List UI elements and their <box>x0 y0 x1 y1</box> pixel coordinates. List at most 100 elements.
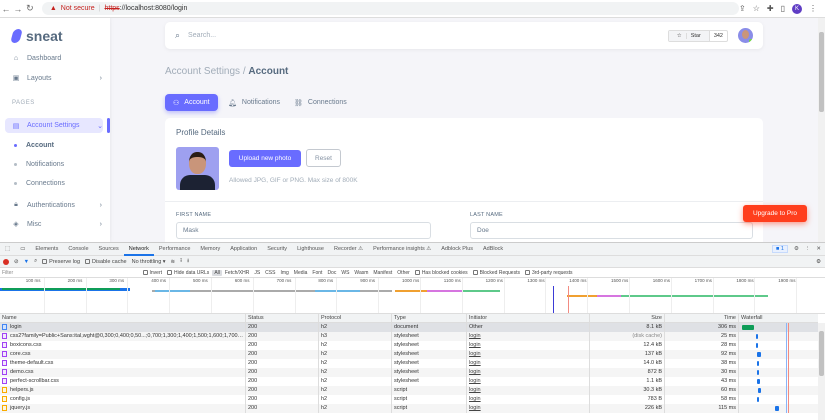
request-initiator[interactable]: login <box>467 386 590 395</box>
hide-data-urls-checkbox[interactable]: Hide data URLs <box>165 270 212 276</box>
reload-icon[interactable]: ↻ <box>24 3 36 14</box>
table-row[interactable]: css2?family=Public+Sans:ital,wght@0,300;… <box>0 332 818 341</box>
request-name[interactable]: theme-default.css <box>0 359 246 368</box>
last-name-input[interactable]: Doe <box>470 222 753 239</box>
profile-avatar[interactable]: K <box>792 3 802 14</box>
sidebar-item-misc[interactable]: ◈ Misc › <box>12 220 102 229</box>
filter-type-img[interactable]: Img <box>278 270 291 276</box>
table-scrollbar[interactable] <box>818 323 825 420</box>
blocked-requests-checkbox[interactable]: Blocked Requests <box>470 270 522 276</box>
share-icon[interactable]: ⇪ <box>739 4 746 13</box>
request-name[interactable]: boxicons.css <box>0 341 246 350</box>
table-row[interactable]: perfect-scrollbar.css 200 h2 stylesheet logi… <box>0 377 818 386</box>
column-header-size[interactable]: Size <box>590 313 665 323</box>
devtools-tab-performance[interactable]: Performance <box>154 243 196 256</box>
request-initiator[interactable]: login <box>467 359 590 368</box>
more-options-icon[interactable]: ⋮ <box>805 246 811 252</box>
filter-type-all[interactable]: All <box>211 269 223 276</box>
inspect-icon[interactable]: ⬚ <box>0 243 15 256</box>
table-row[interactable]: login 200 h2 document Other 8.1 kB 306 ms <box>0 323 818 332</box>
filter-input[interactable]: Filter <box>0 270 140 276</box>
devtools-tab-performance-insights[interactable]: Performance insights ⚠ <box>368 243 436 256</box>
reset-button[interactable]: Reset <box>306 149 341 167</box>
third-party-checkbox[interactable]: 3rd-party requests <box>522 270 575 276</box>
filter-type-js[interactable]: JS <box>252 270 263 276</box>
devtools-tab-adblock-plus[interactable]: Adblock Plus <box>436 243 478 256</box>
preserve-log-checkbox[interactable]: Preserve log <box>42 259 80 265</box>
filter-type-doc[interactable]: Doc <box>325 270 339 276</box>
sidebar-subitem-notifications[interactable]: Notifications <box>14 161 64 168</box>
devtools-tab-lighthouse[interactable]: Lighthouse <box>292 243 329 256</box>
record-icon[interactable] <box>3 258 9 265</box>
request-name[interactable]: helpers.js <box>0 386 246 395</box>
request-initiator[interactable]: login <box>467 341 590 350</box>
request-name[interactable]: config.js <box>0 395 246 404</box>
extensions-icon[interactable]: ✚ <box>767 4 774 13</box>
devtools-tab-adblock[interactable]: AdBlock <box>478 243 508 256</box>
table-row[interactable]: jquery.js 200 h2 script login 226 kB 115 ms <box>0 404 818 413</box>
sidebar-subitem-account[interactable]: Account <box>14 142 54 149</box>
sidebar-item-dashboard[interactable]: ⌂ Dashboard <box>12 55 102 62</box>
search-icon[interactable]: ⌕ <box>34 258 37 265</box>
search-input[interactable]: ⌕ Search... <box>175 30 216 41</box>
filter-type-fetch-xhr[interactable]: Fetch/XHR <box>222 270 251 276</box>
request-name[interactable]: jquery.js <box>0 404 246 413</box>
table-row[interactable]: config.js 200 h2 script login 783 B 58 ms <box>0 395 818 404</box>
table-row[interactable]: boxicons.css 200 h2 stylesheet login 12.4 kB 2… <box>0 341 818 350</box>
network-settings-icon[interactable]: ⚙ <box>816 259 825 265</box>
network-conditions-icon[interactable]: ≋ <box>171 259 176 265</box>
request-name[interactable]: perfect-scrollbar.css <box>0 377 246 386</box>
request-initiator[interactable]: login <box>467 395 590 404</box>
devtools-tab-sources[interactable]: Sources <box>94 243 124 256</box>
devtools-tab-network[interactable]: Network <box>123 243 154 256</box>
first-name-input[interactable]: Mask <box>176 222 431 239</box>
menu-icon[interactable]: ⋮ <box>809 4 817 13</box>
devtools-tab-application[interactable]: Application <box>225 243 262 256</box>
column-header-status[interactable]: Status <box>246 313 319 323</box>
request-initiator[interactable]: login <box>467 404 590 413</box>
tab-notifications[interactable]: 🔔︎ Notifications <box>220 94 288 111</box>
sidebar-item-account-settings[interactable]: ▤ Account Settings ⌄ <box>5 118 103 133</box>
table-row[interactable]: theme-default.css 200 h2 stylesheet login 14.… <box>0 359 818 368</box>
table-row[interactable]: helpers.js 200 h2 script login 30.3 kB 60 ms <box>0 386 818 395</box>
table-row[interactable]: core.css 200 h2 stylesheet login 137 kB 92 ms <box>0 350 818 359</box>
sidebar-item-authentications[interactable]: 🔒︎ Authentications › <box>12 201 102 209</box>
import-har-icon[interactable]: ⭱ <box>180 257 182 266</box>
invert-checkbox[interactable]: Invert <box>140 270 165 276</box>
filter-type-ws[interactable]: WS <box>339 270 352 276</box>
devtools-tab-memory[interactable]: Memory <box>195 243 225 256</box>
address-bar[interactable]: ▲ Not secure | https://localhost:8080/lo… <box>41 2 740 15</box>
filter-type-wasm[interactable]: Wasm <box>352 270 371 276</box>
request-initiator[interactable]: login <box>467 332 590 341</box>
request-name[interactable]: demo.css <box>0 368 246 377</box>
has-blocked-cookies-checkbox[interactable]: Has blocked cookies <box>412 270 470 276</box>
request-name[interactable]: core.css <box>0 350 246 359</box>
logo[interactable]: sneat <box>10 28 63 44</box>
column-header-initiator[interactable]: Initiator <box>467 313 590 323</box>
forward-icon[interactable]: → <box>12 4 24 14</box>
column-header-protocol[interactable]: Protocol <box>319 313 392 323</box>
export-har-icon[interactable]: ⭳ <box>187 257 189 266</box>
devtools-tab-security[interactable]: Security <box>262 243 292 256</box>
request-name[interactable]: css2?family=Public+Sans:ital,wght@0,300;… <box>0 332 246 341</box>
filter-type-css[interactable]: CSS <box>263 270 278 276</box>
clear-icon[interactable]: ⊘ <box>14 259 19 265</box>
github-star-button[interactable]: ☆ Star 342 <box>667 29 728 42</box>
device-toggle-icon[interactable]: ▭ <box>15 243 30 256</box>
request-name[interactable]: login <box>0 323 246 332</box>
sidebar-item-layouts[interactable]: ▣ Layouts › <box>12 74 102 83</box>
devtools-tab-recorder[interactable]: Recorder ⚠ <box>329 243 368 256</box>
upload-photo-button[interactable]: Upload new photo <box>229 150 301 167</box>
close-icon[interactable]: ✕ <box>816 246 821 252</box>
bookmark-star-icon[interactable]: ☆ <box>753 4 760 13</box>
filter-type-manifest[interactable]: Manifest <box>371 270 395 276</box>
page-scrollbar[interactable] <box>818 18 825 242</box>
settings-gear-icon[interactable]: ⚙ <box>794 246 799 252</box>
disable-cache-checkbox[interactable]: Disable cache <box>85 259 127 265</box>
request-initiator[interactable]: login <box>467 368 590 377</box>
filter-type-other[interactable]: Other <box>395 270 413 276</box>
request-initiator[interactable]: login <box>467 377 590 386</box>
upgrade-to-pro-button[interactable]: Upgrade to Pro <box>743 205 807 222</box>
devtools-tab-elements[interactable]: Elements <box>30 243 63 256</box>
throttling-select[interactable]: No throttling ▾ <box>132 259 166 265</box>
